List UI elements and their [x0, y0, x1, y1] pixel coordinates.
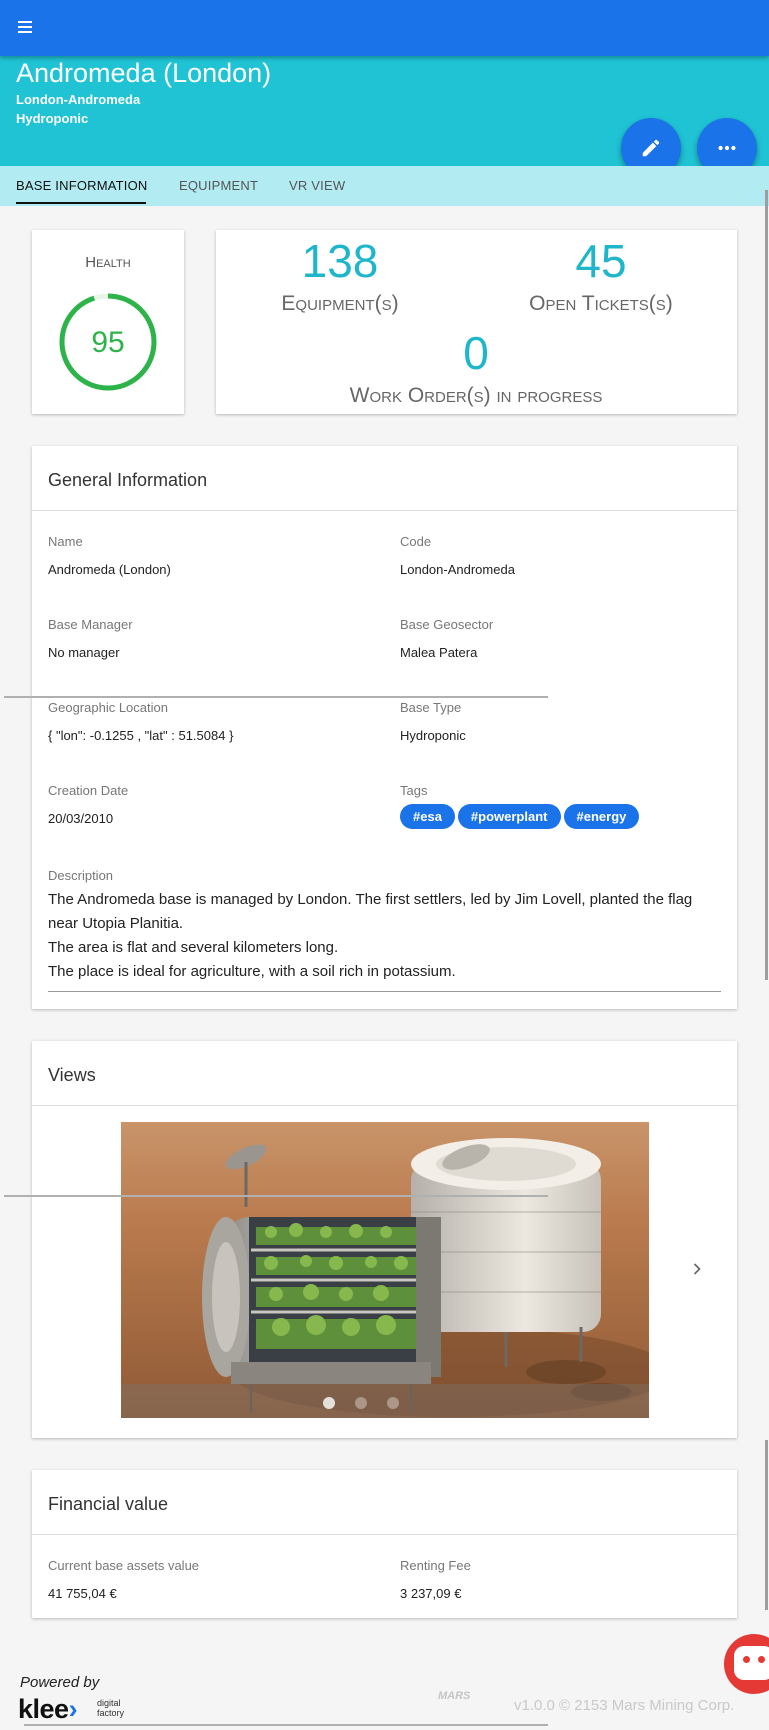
divider: [32, 1534, 737, 1535]
general-information-card: General Information Name Andromeda (Lond…: [32, 446, 737, 1009]
description-underline: [48, 991, 721, 992]
klee-logo-subtitle: digital factory: [97, 1698, 125, 1718]
version-text: v1.0.0 © 2153 Mars Mining Corp.: [514, 1697, 735, 1714]
tag-list: #esa #powerplant #energy: [400, 804, 640, 829]
overlay-line: [4, 1195, 548, 1197]
tag-chip[interactable]: #energy: [563, 804, 640, 829]
code-value: London-Andromeda: [400, 562, 515, 577]
work-orders-count: 0: [463, 327, 489, 379]
overlay-line: [24, 1724, 548, 1726]
assets-value-label: Current base assets value: [48, 1558, 200, 1573]
carousel-controls: [121, 1384, 649, 1418]
description-label: Description: [48, 868, 114, 883]
chatbot-button[interactable]: [724, 1634, 769, 1694]
base-manager-value: No manager: [48, 645, 120, 660]
description-line: The Andromeda base is managed by London.…: [48, 891, 693, 932]
description-text: The Andromeda base is managed by London.…: [48, 888, 718, 984]
work-orders-label: Work Order(s) in progress: [349, 384, 603, 407]
tab-bar: BASE INFORMATION EQUIPMENT VR VIEW: [0, 166, 769, 206]
scrollbar-thumb[interactable]: [765, 1440, 768, 1610]
open-tickets-label: Open Tickets(s): [529, 292, 673, 315]
tab-indicator: [16, 202, 146, 204]
geographic-location-label: Geographic Location: [48, 700, 168, 715]
health-value: 95: [91, 326, 125, 359]
description-line: The area is flat and several kilometers …: [48, 939, 339, 956]
creation-date-label: Creation Date: [48, 783, 129, 798]
open-tickets-count: 45: [575, 235, 627, 287]
overlay-line: [4, 696, 548, 698]
carousel-dot-3[interactable]: [387, 1397, 399, 1409]
financial-value-card: Financial value Current base assets valu…: [32, 1470, 737, 1618]
assets-value: 41 755,04 €: [48, 1586, 117, 1601]
greenhouse-image: [121, 1122, 649, 1418]
carousel-dot-1[interactable]: [323, 1397, 335, 1409]
base-manager-label: Base Manager: [48, 617, 133, 632]
renting-fee-label: Renting Fee: [400, 1558, 471, 1573]
mars-logo: MARS: [438, 1690, 471, 1702]
tab-vr-view[interactable]: VR VIEW: [289, 178, 345, 193]
divider: [32, 510, 737, 511]
divider: [32, 1105, 737, 1106]
scrollbar-thumb[interactable]: [765, 190, 768, 980]
menu-icon[interactable]: [18, 18, 40, 38]
app-bar: [0, 0, 769, 56]
financial-value-title: Financial value: [48, 1494, 169, 1514]
page-header: Andromeda (London) London-Andromeda Hydr…: [0, 56, 769, 178]
pencil-icon: [642, 139, 660, 157]
chevron-right-icon[interactable]: [687, 1259, 707, 1279]
powered-by-text: Powered by: [20, 1674, 100, 1691]
base-photo: [121, 1122, 649, 1418]
base-type-value: Hydroponic: [400, 728, 466, 743]
health-card: Health 95: [32, 230, 184, 414]
stats-card: 138 Equipment(s) 45 Open Tickets(s) 0 Wo…: [216, 230, 737, 414]
klee-logo: klee›: [18, 1694, 78, 1724]
geographic-location-value: { "lon": -0.1255 , "lat" : 51.5084 }: [48, 728, 234, 743]
tag-chip[interactable]: #esa: [400, 804, 455, 829]
page-title: Andromeda (London): [16, 58, 272, 88]
code-label: Code: [400, 534, 432, 549]
equipment-count: 138: [301, 235, 379, 287]
robot-icon: [734, 1646, 769, 1680]
tags-label: Tags: [400, 783, 428, 798]
base-geosector-value: Malea Patera: [400, 645, 478, 660]
views-card: Views: [32, 1041, 737, 1438]
health-label: Health: [85, 254, 131, 271]
general-information-title: General Information: [48, 470, 208, 490]
tag-chip[interactable]: #powerplant: [457, 804, 561, 829]
more-horizontal-icon: [718, 145, 736, 151]
creation-date-value: 20/03/2010: [48, 811, 114, 826]
name-label: Name: [48, 534, 83, 549]
base-type-label: Base Type: [400, 700, 462, 715]
base-code: London-Andromeda: [16, 92, 141, 107]
tab-base-information[interactable]: BASE INFORMATION: [16, 178, 148, 193]
carousel-dot-2[interactable]: [355, 1397, 367, 1409]
base-geosector-label: Base Geosector: [400, 617, 494, 632]
renting-fee-value: 3 237,09 €: [400, 1586, 462, 1601]
description-line: The place is ideal for agriculture, with…: [48, 963, 456, 980]
tab-equipment[interactable]: EQUIPMENT: [179, 178, 258, 193]
equipment-label: Equipment(s): [281, 292, 399, 315]
views-title: Views: [48, 1065, 96, 1085]
name-value: Andromeda (London): [48, 562, 171, 577]
base-type: Hydroponic: [16, 111, 89, 126]
